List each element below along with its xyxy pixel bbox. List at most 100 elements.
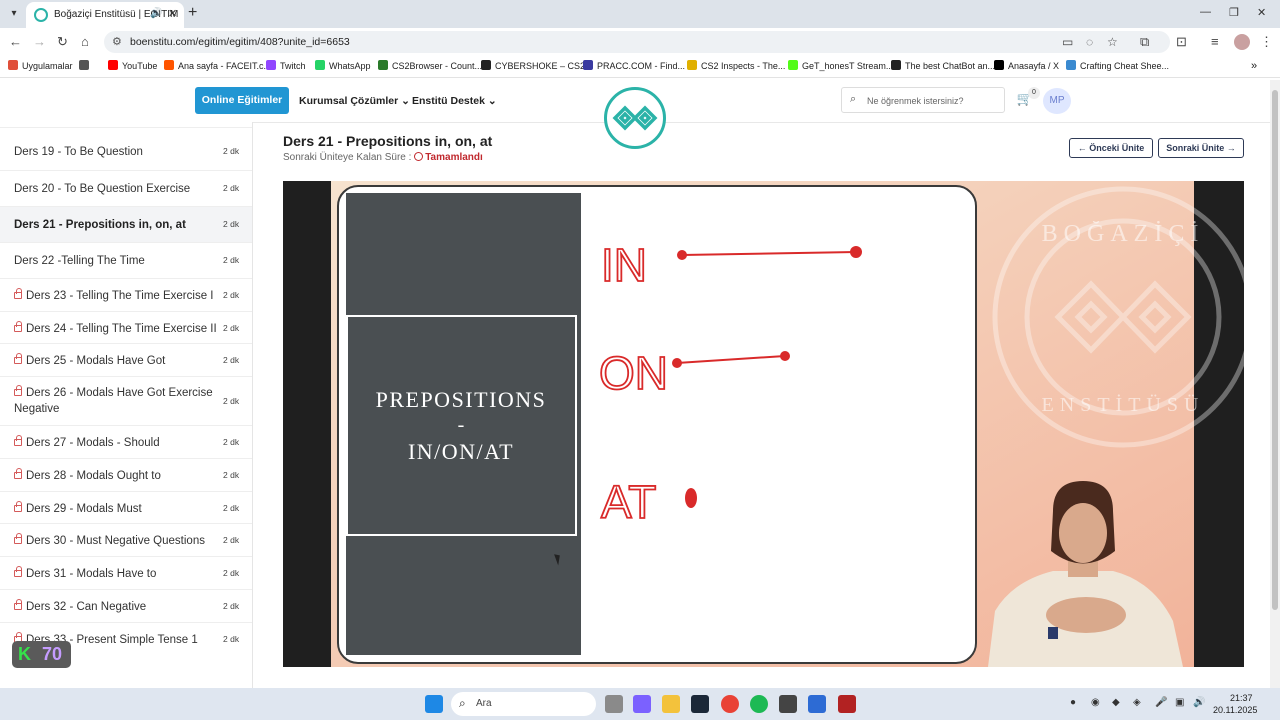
new-tab-plus-icon[interactable]: + xyxy=(188,4,197,22)
bookmark-pracc[interactable]: PRACC.COM - Find... xyxy=(583,60,685,71)
bookmark-crafting[interactable]: Crafting Cheat Shee... xyxy=(1066,60,1169,71)
close-tab-icon[interactable]: ✕ xyxy=(168,7,177,20)
list-item[interactable]: Ders 25 - Modals Have Got 2 dk xyxy=(0,344,252,377)
steam-icon[interactable] xyxy=(691,695,709,713)
address-bar[interactable]: ⚙ boenstitu.com/egitim/egitim/408?unite_… xyxy=(104,31,1170,53)
reload-icon[interactable]: ↻ xyxy=(57,34,68,50)
task-view-icon[interactable] xyxy=(605,695,623,713)
corporate-solutions-menu[interactable]: Kurumsal Çözümler ⌄ xyxy=(299,95,410,107)
remaining-time: Sonraki Üniteye Kalan Süre : Tamamlandı xyxy=(283,152,483,163)
faceit-icon xyxy=(164,60,174,70)
bookmark-star-icon[interactable]: ☆ xyxy=(1107,35,1118,49)
home-icon[interactable]: ⌂ xyxy=(81,34,89,49)
bookmark-x[interactable]: Anasayfa / X xyxy=(994,60,1059,71)
list-item-active[interactable]: Ders 21 - Prepositions in, on, at 2 dk xyxy=(0,207,252,243)
media-controls-icon[interactable]: ≡ xyxy=(1211,34,1219,49)
windows-start-icon[interactable] xyxy=(425,695,443,713)
copilot-icon[interactable] xyxy=(633,695,651,713)
list-item[interactable]: Ders 30 - Must Negative Questions 2 dk xyxy=(0,524,252,557)
tray-network-app-icon[interactable]: ◆ xyxy=(1112,697,1120,708)
site-header: Online Eğitimler Kurumsal Çözümler ⌄ Ens… xyxy=(0,79,1270,149)
lesson-title: Ders 23 - Telling The Time Exercise I xyxy=(14,288,213,304)
speaker-icon[interactable]: 🔊 xyxy=(150,8,162,19)
back-arrow-icon[interactable]: ← xyxy=(9,34,22,49)
bookmark-chatgpt[interactable]: The best ChatBot an... xyxy=(891,60,995,71)
vpn-icon[interactable] xyxy=(808,695,826,713)
online-courses-button[interactable]: Online Eğitimler xyxy=(195,87,289,114)
taskbar-search[interactable]: ⌕ Ara xyxy=(451,692,596,716)
more-menu-icon[interactable]: ⋮ xyxy=(1260,34,1273,50)
page-scrollbar[interactable] xyxy=(1270,80,1280,688)
app-icon[interactable] xyxy=(779,695,797,713)
tab-search-chevron-icon[interactable]: ▾ xyxy=(6,6,22,22)
taskbar-date[interactable]: 20.11.2025 xyxy=(1213,705,1257,715)
profile-avatar-icon[interactable] xyxy=(1234,34,1250,50)
minimize-icon[interactable]: — xyxy=(1200,6,1211,18)
slide-title-line2: - xyxy=(458,414,465,436)
lesson-title: Ders 31 - Modals Have to xyxy=(14,566,156,582)
search-icon: ⌕ xyxy=(850,93,857,105)
user-avatar[interactable]: MP xyxy=(1043,88,1071,114)
tray-steam-icon[interactable]: ◈ xyxy=(1133,697,1141,708)
bookmark-twitch[interactable]: Twitch xyxy=(266,60,306,71)
extensions-puzzle-icon[interactable]: ⧉ xyxy=(1140,34,1149,50)
bookmark-grid[interactable] xyxy=(79,60,93,71)
bookmark-cs2browser[interactable]: CS2Browser - Count... xyxy=(378,60,482,71)
list-item[interactable]: Ders 27 - Modals - Should 2 dk xyxy=(0,426,252,459)
scrollbar-thumb[interactable] xyxy=(1272,90,1278,610)
microphone-icon[interactable]: 🎤 xyxy=(1155,697,1167,708)
list-item[interactable]: Ders 23 - Telling The Time Exercise I 2 d… xyxy=(0,279,252,312)
tray-app-icon[interactable]: ◉ xyxy=(1091,697,1100,708)
search-placeholder: Ne öğrenmek istersiniz? xyxy=(867,96,964,106)
browser-tab-active[interactable]: Boğaziçi Enstitüsü | EGITIM 🔊 ✕ xyxy=(26,2,184,28)
list-item[interactable]: Ders 22 -Telling The Time 2 dk xyxy=(0,243,252,279)
site-logo[interactable] xyxy=(604,87,666,149)
list-item[interactable]: Ders 32 - Can Negative 2 dk xyxy=(0,590,252,623)
bookmark-youtube[interactable]: YouTube xyxy=(108,60,157,71)
eye-off-icon[interactable]: ◌ xyxy=(1086,35,1093,49)
list-item[interactable]: Ders 26 - Modals Have Got Exercise Negat… xyxy=(0,377,252,426)
profile-sync-icon[interactable]: ⊡ xyxy=(1176,34,1187,50)
shield-icon[interactable] xyxy=(838,695,856,713)
course-search-input[interactable]: ⌕ Ne öğrenmek istersiniz? xyxy=(841,87,1005,113)
network-icon[interactable]: ▣ xyxy=(1175,697,1184,708)
restore-icon[interactable]: ❐ xyxy=(1229,6,1239,19)
bookmark-faceit[interactable]: Ana sayfa - FACEIT.c... xyxy=(164,60,271,71)
list-item[interactable]: Ders 19 - To Be Question 2 dk xyxy=(0,134,252,171)
cast-icon[interactable]: ▭ xyxy=(1062,35,1073,49)
list-item[interactable]: Ders 31 - Modals Have to 2 dk xyxy=(0,557,252,590)
lesson-title: Ders 21 - Prepositions in, on, at xyxy=(14,219,186,231)
bookmark-kick[interactable]: GeT_honesT Stream... xyxy=(788,60,893,71)
list-item-partial xyxy=(0,122,252,128)
bookmark-cs2inspects[interactable]: CS2 Inspects - The... xyxy=(687,60,785,71)
lesson-video-player[interactable]: BOĞAZİÇİ ENSTİTÜSÜ PREPOSITIONS - IN/ON/… xyxy=(283,181,1254,667)
bookmark-whatsapp[interactable]: WhatsApp xyxy=(315,60,371,71)
forward-arrow-icon[interactable]: → xyxy=(33,34,46,49)
next-unit-button[interactable]: Sonraki Ünite → xyxy=(1158,138,1244,158)
previous-unit-button[interactable]: ← Önceki Ünite xyxy=(1069,138,1153,158)
tray-nvidia-icon[interactable]: ● xyxy=(1070,697,1076,708)
lock-icon xyxy=(14,288,22,299)
site-favicon-icon xyxy=(34,8,48,22)
lesson-duration: 2 dk xyxy=(223,470,240,480)
bookmarks-overflow-chevron-icon[interactable]: » xyxy=(1251,60,1257,72)
spotify-icon[interactable] xyxy=(750,695,768,713)
volume-icon[interactable]: 🔊 xyxy=(1193,697,1205,708)
lesson-title: Ders 24 - Telling The Time Exercise II xyxy=(14,321,217,337)
bookmark-apps[interactable]: Uygulamalar xyxy=(8,60,73,71)
list-item[interactable]: Ders 24 - Telling The Time Exercise II 2 … xyxy=(0,312,252,344)
bookmark-cybershoke[interactable]: CYBERSHOKE – CS2... xyxy=(481,60,593,71)
institute-support-menu[interactable]: Enstitü Destek ⌄ xyxy=(412,95,497,107)
chatgpt-icon xyxy=(891,60,901,70)
list-item[interactable]: Ders 20 - To Be Question Exercise 2 dk xyxy=(0,171,252,207)
file-explorer-icon[interactable] xyxy=(662,695,680,713)
taskbar-time[interactable]: 21:37 xyxy=(1230,693,1253,703)
chevron-right-icon: → xyxy=(1226,143,1236,153)
cs2browser-icon xyxy=(378,60,388,70)
chrome-icon[interactable] xyxy=(721,695,739,713)
list-item[interactable]: Ders 28 - Modals Ought to 2 dk xyxy=(0,459,252,492)
close-window-icon[interactable]: ✕ xyxy=(1257,6,1266,19)
list-item[interactable]: Ders 29 - Modals Must 2 dk xyxy=(0,492,252,524)
site-info-icon[interactable]: ⚙ xyxy=(112,35,122,48)
search-icon: ⌕ xyxy=(459,696,466,710)
